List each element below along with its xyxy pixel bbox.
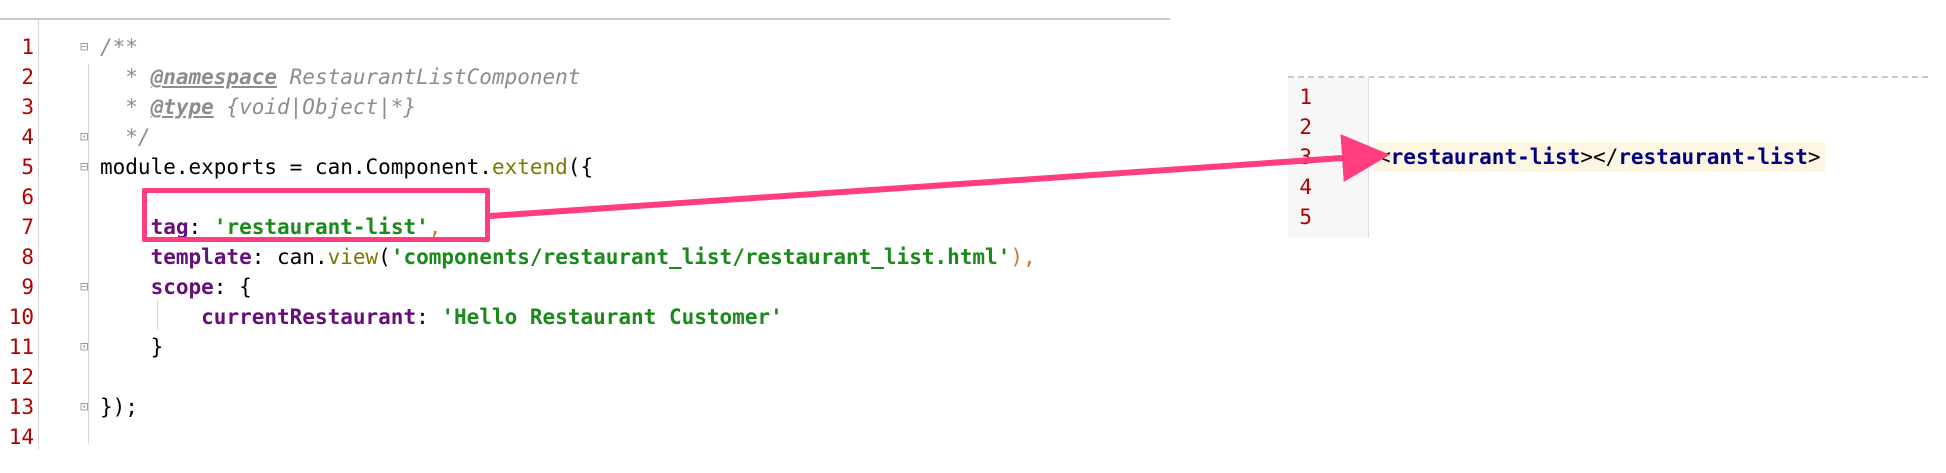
code-token: * (100, 65, 151, 89)
line-number: 13 (8, 395, 34, 419)
code-token: scope (150, 275, 214, 299)
fold-marker-icon[interactable]: ⊟ (80, 280, 94, 294)
code-token: RestaurantListComponent (277, 65, 581, 89)
line-number: 6 (21, 185, 34, 209)
code-token: : { (213, 275, 252, 299)
code-line[interactable]: 13 ⊡}); (0, 392, 1170, 422)
code-text: * @namespace RestaurantListComponent (100, 62, 580, 92)
line-number: 1 (21, 35, 34, 59)
line-number: 11 (8, 335, 34, 359)
html-custom-tag: <restaurant-list></restaurant-list> (1374, 142, 1825, 172)
line-number: 5 (21, 155, 34, 179)
code-line[interactable]: 10 currentRestaurant: 'Hello Restaurant … (0, 302, 1170, 332)
code-line[interactable]: 11 ⊡ } (0, 332, 1170, 362)
code-text: template: can.view('components/restauran… (100, 242, 1036, 272)
line-number: 10 (8, 305, 34, 329)
line-number: 5 (1299, 205, 1312, 229)
code-token: : can. (251, 245, 328, 269)
code-token: 'components/restaurant_list/restaurant_l… (390, 245, 1011, 269)
code-token: 'Hello Restaurant Customer' (441, 305, 783, 329)
code-text: /** (100, 32, 138, 62)
code-token: */ (100, 125, 151, 149)
code-token: * (100, 95, 151, 119)
line-number: 1 (1299, 85, 1312, 109)
code-token: }); (100, 395, 138, 419)
code-token: ({ (567, 155, 594, 179)
line-number: 14 (8, 425, 34, 449)
code-line[interactable]: 3 * @type {void|Object|*} (0, 92, 1170, 122)
fold-marker-icon[interactable]: ⊟ (80, 40, 94, 54)
line-number: 8 (21, 245, 34, 269)
html-token: < (1378, 145, 1391, 169)
code-token: @namespace (150, 65, 278, 89)
line-number: 2 (1299, 115, 1312, 139)
code-text: * @type {void|Object|*} (100, 92, 416, 122)
code-token: ( (378, 245, 391, 269)
code-line[interactable]: 1 ⊟ /** (0, 32, 1170, 62)
code-token: template (150, 245, 252, 269)
code-line[interactable]: 2 * @namespace RestaurantListComponent (0, 62, 1170, 92)
code-line[interactable]: 3 <restaurant-list></restaurant-list> (1288, 142, 1928, 172)
html-token: ></ (1580, 145, 1619, 169)
line-number: 4 (1299, 175, 1312, 199)
code-token: /** (100, 35, 138, 59)
code-line[interactable]: 12 (0, 362, 1170, 392)
code-token: ), (1010, 245, 1036, 269)
code-token: } (100, 335, 164, 359)
fold-marker-icon[interactable]: ⊡ (80, 340, 94, 354)
code-line[interactable]: 14 (0, 422, 1170, 452)
code-line[interactable]: 8 template: can.view('components/restaur… (0, 242, 1170, 272)
line-number: 4 (21, 125, 34, 149)
fold-marker-icon[interactable]: ⊡ (80, 130, 94, 144)
code-line[interactable]: 4 ⊡ */ (0, 122, 1170, 152)
line-number: 12 (8, 365, 34, 389)
html-token: restaurant-list (1618, 145, 1808, 169)
line-number: 3 (1299, 145, 1312, 169)
code-line[interactable]: 9 ⊟ scope: { (0, 272, 1170, 302)
fold-marker-icon[interactable]: ⊡ (80, 400, 94, 414)
line-number: 9 (21, 275, 34, 299)
code-token: extend (491, 155, 568, 179)
right-code-editor[interactable]: 1 2 3 <restaurant-list></restaurant-list> 4 5 (1288, 76, 1928, 238)
code-line[interactable]: 2 (1288, 112, 1928, 142)
html-token: restaurant-list (1390, 145, 1581, 169)
code-text: currentRestaurant: 'Hello Restaurant Cus… (100, 302, 783, 332)
tag-highlight-box (142, 188, 490, 242)
line-number: 7 (21, 215, 34, 239)
code-line[interactable]: 5 (1288, 202, 1928, 232)
code-token: : (416, 305, 442, 329)
code-token: currentRestaurant (201, 305, 417, 329)
line-number: 2 (21, 65, 34, 89)
code-line[interactable]: 1 (1288, 82, 1928, 112)
code-token: {void|Object|*} (213, 95, 417, 119)
code-text: }); (100, 392, 138, 422)
code-token: module.exports = can.Component. (100, 155, 492, 179)
html-token: > (1807, 145, 1821, 169)
code-token: @type (150, 95, 214, 119)
code-text: scope: { (100, 272, 252, 302)
code-text: */ (100, 122, 151, 152)
code-text: module.exports = can.Component.extend({ (100, 152, 593, 182)
fold-marker-icon[interactable]: ⊟ (80, 160, 94, 174)
code-text: } (100, 332, 164, 362)
code-token: view (327, 245, 379, 269)
line-number: 3 (21, 95, 34, 119)
code-line[interactable]: 5 ⊟ module.exports = can.Component.extend(… (0, 152, 1170, 182)
code-line[interactable]: 4 (1288, 172, 1928, 202)
